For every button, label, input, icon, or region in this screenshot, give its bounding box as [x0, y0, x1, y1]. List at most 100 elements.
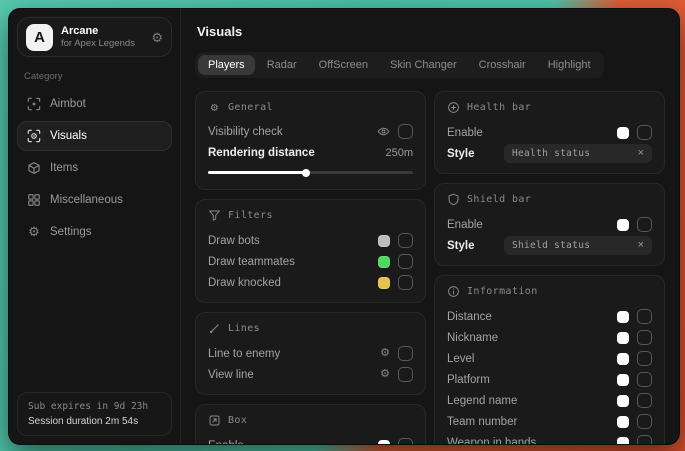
color-swatch[interactable] — [378, 235, 390, 247]
sidebar-item-visuals[interactable]: Visuals — [17, 121, 172, 151]
panel-title-text: General — [228, 102, 273, 113]
color-swatch[interactable] — [617, 311, 629, 323]
row-rendering-distance: Rendering distance 250m — [208, 142, 413, 163]
row-label: Line to enemy — [208, 348, 280, 360]
page-title: Visuals — [197, 24, 663, 39]
row-label: Nickname — [447, 332, 498, 344]
panel-filters: Filters Draw bots Draw teammates — [195, 199, 426, 303]
tab-crosshair[interactable]: Crosshair — [469, 55, 536, 75]
tab-bar: Players Radar OffScreen Skin Changer Cro… — [195, 52, 604, 78]
sidebar-item-settings[interactable]: ⚙ Settings — [17, 217, 172, 246]
level-checkbox[interactable] — [637, 351, 652, 366]
draw-bots-checkbox[interactable] — [398, 233, 413, 248]
panel-general: ⚙ General Visibility check Rende — [195, 91, 426, 190]
sidebar-item-miscellaneous[interactable]: Miscellaneous — [17, 185, 172, 215]
tab-players[interactable]: Players — [198, 55, 255, 75]
slider-thumb[interactable] — [302, 169, 310, 177]
panel-filters-title: Filters — [208, 209, 413, 222]
info-icon — [447, 285, 460, 298]
row-label: Style — [447, 240, 475, 252]
draw-teammates-checkbox[interactable] — [398, 254, 413, 269]
shield-style-select[interactable]: Shield status × — [504, 236, 652, 255]
box-enable-checkbox[interactable] — [398, 438, 413, 444]
sidebar-item-label: Visuals — [50, 130, 87, 142]
view-line-checkbox[interactable] — [398, 367, 413, 382]
row-label: Rendering distance — [208, 147, 315, 159]
row-line-to-enemy: Line to enemy ⚙ — [208, 343, 413, 364]
tab-skin-changer[interactable]: Skin Changer — [380, 55, 467, 75]
panel-lines: Lines Line to enemy ⚙ View line ⚙ — [195, 312, 426, 395]
sidebar-item-aimbot[interactable]: Aimbot — [17, 89, 172, 119]
app-title: Arcane — [61, 25, 143, 37]
visibility-check-checkbox[interactable] — [398, 124, 413, 139]
panel-box-title: Box — [208, 414, 413, 427]
row-label: View line — [208, 369, 254, 381]
tab-radar[interactable]: Radar — [257, 55, 307, 75]
color-swatch[interactable] — [378, 277, 390, 289]
sidebar: A Arcane for Apex Legends ⚙ Category Aim… — [9, 9, 181, 444]
color-swatch[interactable] — [617, 219, 629, 231]
health-enable-checkbox[interactable] — [637, 125, 652, 140]
panel-health-bar: Health bar Enable Style Health status — [434, 91, 665, 174]
row-label: Platform — [447, 374, 490, 386]
sidebar-item-label: Items — [50, 162, 78, 174]
panel-title-text: Information — [467, 286, 538, 297]
color-swatch[interactable] — [617, 437, 629, 445]
app-subtitle: for Apex Legends — [61, 38, 143, 49]
tab-offscreen[interactable]: OffScreen — [309, 55, 378, 75]
row-label: Distance — [447, 311, 492, 323]
panel-box: Box Enable Enable background — [195, 404, 426, 444]
eye-scan-icon — [27, 129, 41, 143]
rendering-distance-slider[interactable] — [208, 168, 413, 177]
color-swatch[interactable] — [617, 332, 629, 344]
row-level: Level — [447, 348, 652, 369]
row-draw-knocked: Draw knocked — [208, 272, 413, 293]
team-number-checkbox[interactable] — [637, 414, 652, 429]
close-icon[interactable]: × — [638, 240, 644, 251]
shield-enable-checkbox[interactable] — [637, 217, 652, 232]
color-swatch[interactable] — [617, 127, 629, 139]
row-label: Visibility check — [208, 126, 283, 138]
sidebar-item-label: Miscellaneous — [50, 194, 123, 206]
panel-title-text: Lines — [228, 323, 260, 334]
color-swatch[interactable] — [617, 395, 629, 407]
gear-icon[interactable]: ⚙ — [380, 369, 390, 380]
row-label: Enable — [208, 440, 244, 445]
right-column: Health bar Enable Style Health status — [434, 91, 665, 444]
row-weapon-in-hands: Weapon in hands — [447, 432, 652, 444]
legend-name-checkbox[interactable] — [637, 393, 652, 408]
platform-checkbox[interactable] — [637, 372, 652, 387]
draw-knocked-checkbox[interactable] — [398, 275, 413, 290]
health-style-select[interactable]: Health status × — [504, 144, 652, 163]
eye-icon[interactable] — [377, 125, 390, 138]
color-swatch[interactable] — [378, 256, 390, 268]
line-to-enemy-checkbox[interactable] — [398, 346, 413, 361]
slider-fill — [208, 171, 306, 174]
sidebar-item-items[interactable]: Items — [17, 153, 172, 183]
tab-highlight[interactable]: Highlight — [538, 55, 601, 75]
color-swatch[interactable] — [617, 353, 629, 365]
row-distance: Distance — [447, 306, 652, 327]
close-icon[interactable]: × — [638, 148, 644, 159]
color-swatch[interactable] — [617, 416, 629, 428]
panel-title-text: Shield bar — [467, 194, 531, 205]
funnel-icon — [208, 209, 221, 222]
nickname-checkbox[interactable] — [637, 330, 652, 345]
gear-icon[interactable]: ⚙ — [380, 348, 390, 359]
color-swatch[interactable] — [617, 374, 629, 386]
sub-expires-text: Sub expires in 9d 23h — [28, 401, 161, 412]
color-swatch[interactable] — [378, 440, 390, 445]
row-label: Team number — [447, 416, 517, 428]
gear-icon[interactable]: ⚙ — [151, 31, 163, 44]
row-label: Weapon in hands — [447, 437, 536, 445]
panel-lines-title: Lines — [208, 322, 413, 335]
diagonal-line-icon — [208, 322, 221, 335]
panel-information: Information Distance Nickname — [434, 275, 665, 444]
box-icon — [208, 414, 221, 427]
distance-checkbox[interactable] — [637, 309, 652, 324]
weapon-in-hands-checkbox[interactable] — [637, 435, 652, 444]
grid-icon — [27, 193, 41, 207]
panel-columns: ⚙ General Visibility check Rende — [195, 91, 665, 444]
selected-option: Health status — [512, 148, 590, 159]
row-platform: Platform — [447, 369, 652, 390]
